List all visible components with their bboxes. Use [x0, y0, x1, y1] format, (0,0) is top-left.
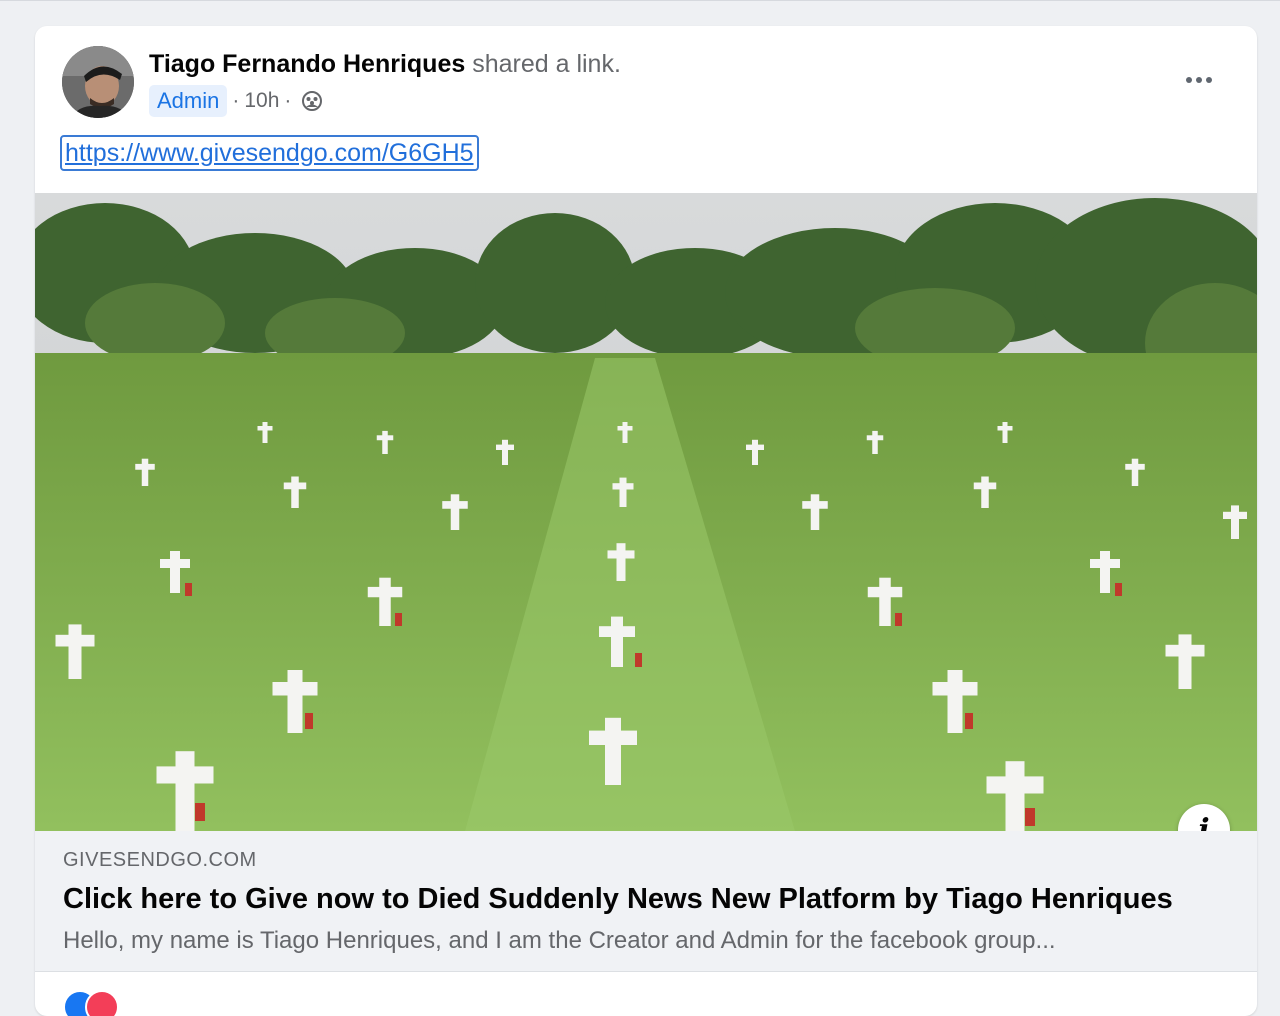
meta-separator: · [232, 89, 240, 112]
post-timestamp[interactable]: 10h [244, 89, 279, 113]
link-description: Hello, my name is Tiago Henriques, and I… [63, 927, 1056, 954]
link-preview-details[interactable]: GIVESENDGO.COM Click here to Give now to… [35, 831, 1257, 971]
post-link[interactable]: https://www.givesendgo.com/G6GH5 [60, 135, 479, 171]
admin-badge[interactable]: Admin [149, 85, 228, 117]
more-horizontal-icon[interactable] [1179, 66, 1219, 94]
love-reaction-icon [85, 990, 119, 1016]
author-name[interactable]: Tiago Fernando Henriques [149, 50, 465, 78]
more-dot [1196, 77, 1202, 83]
link-domain: GIVESENDGO.COM [63, 849, 257, 871]
link-preview-image[interactable] [35, 193, 1257, 831]
group-icon[interactable] [301, 90, 323, 112]
more-dot [1206, 77, 1212, 83]
reaction-summary[interactable] [63, 990, 143, 1016]
link-title: Click here to Give now to Died Suddenly … [63, 883, 1173, 915]
more-dot [1186, 77, 1192, 83]
top-divider [0, 0, 1280, 1]
post-author-line: Tiago Fernando Henriques shared a link. [149, 50, 621, 79]
post-card: Tiago Fernando Henriques shared a link. … [35, 26, 1257, 1016]
cemetery-photo [35, 193, 1257, 831]
reactions-divider [35, 971, 1257, 972]
avatar[interactable] [62, 46, 134, 118]
meta-separator: · [284, 89, 292, 112]
post-action-text: shared a link. [472, 50, 621, 78]
post-meta: Admin · 10h · [149, 84, 323, 118]
